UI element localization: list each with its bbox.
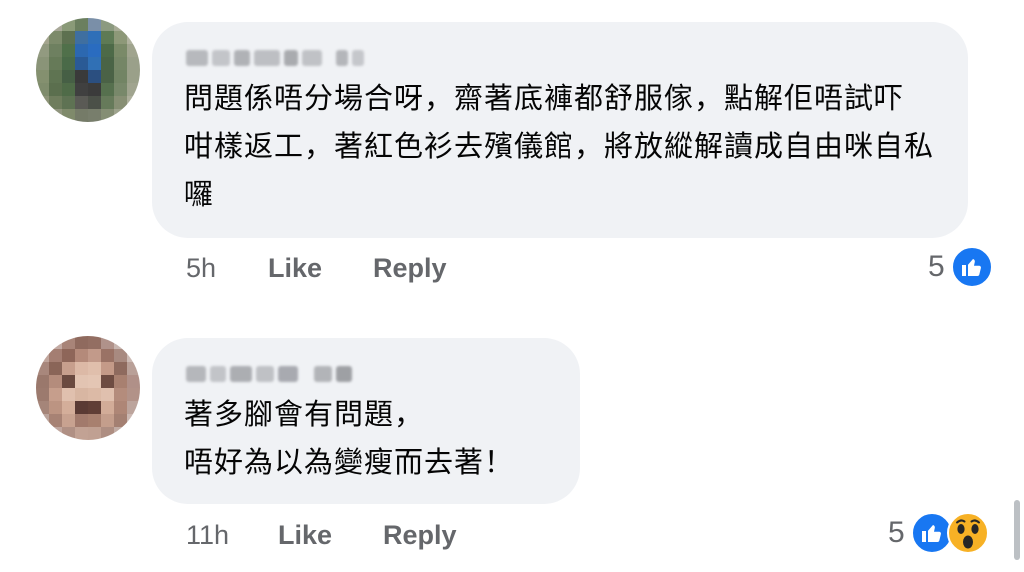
comment-text-line: 唔好為以為變瘦而去著！ [184,445,515,479]
reaction-summary[interactable]: 5 [928,246,993,288]
author-name-blurred[interactable] [186,42,936,74]
comment-timestamp[interactable]: 11h [186,520,278,551]
reply-button[interactable]: Reply [383,520,457,551]
comment-actions: 11h Like Reply [186,520,457,551]
comment-text-line: 問題係唔分場合呀，齋著底褲都舒服傢，點解佢唔試吓 [184,81,905,115]
comment-bubble: 著多腳會有問題， 唔好為以為變瘦而去著！ [152,338,580,504]
wow-icon [946,512,989,554]
comment-text-line: 著多腳會有問題， [184,397,425,431]
like-button[interactable]: Like [278,520,383,551]
reaction-count: 5 [888,516,905,549]
reaction-count: 5 [928,250,945,283]
avatar[interactable] [36,336,140,440]
reaction-summary[interactable]: 5 [888,512,989,554]
comment-text-line: 咁樣返工，著紅色衫去殯儀館，將放縱解讀成自由咪自私 [184,129,935,163]
scrollbar[interactable] [1014,500,1020,560]
like-button[interactable]: Like [268,253,373,284]
comment-bubble: 問題係唔分場合呀，齋著底褲都舒服傢，點解佢唔試吓 咁樣返工，著紅色衫去殯儀館，將… [152,22,968,238]
reply-button[interactable]: Reply [373,253,447,284]
comment-text-line: 囉 [184,177,215,211]
comment-actions: 5h Like Reply [186,253,447,284]
like-icon [950,246,993,288]
comment-timestamp[interactable]: 5h [186,253,268,284]
author-name-blurred[interactable] [186,358,548,390]
avatar[interactable] [36,18,140,122]
